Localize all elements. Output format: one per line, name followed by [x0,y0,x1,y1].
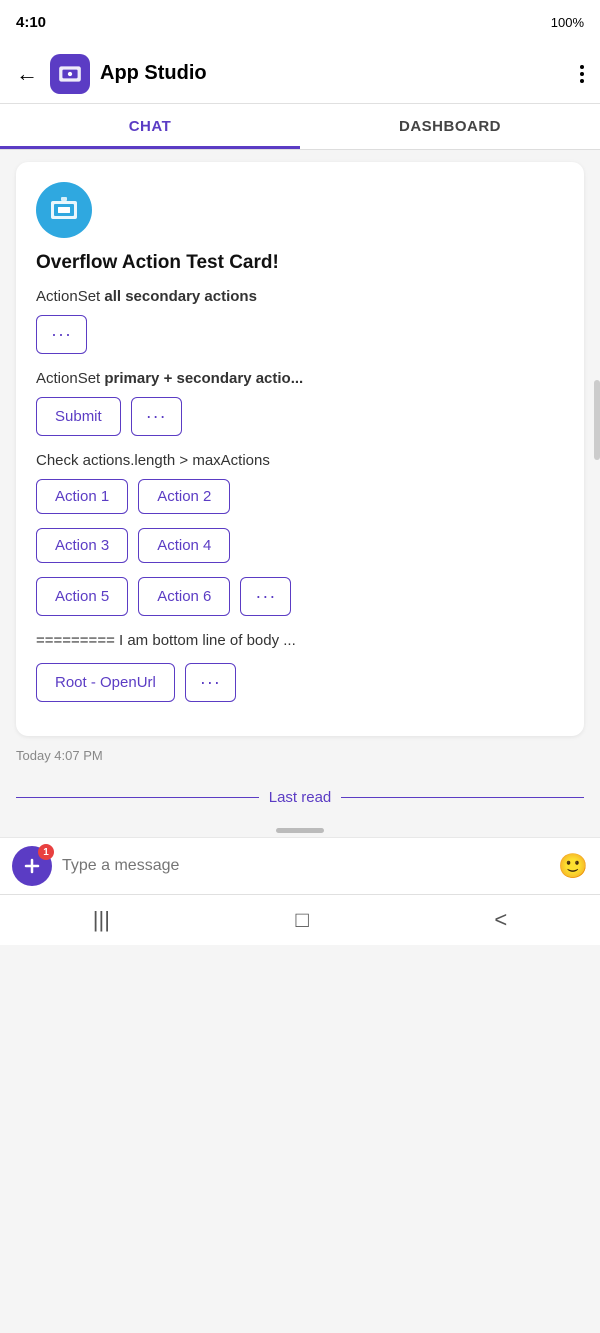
nav-recent-button[interactable]: ||| [93,907,110,933]
status-bar: 4:10 100% [0,0,600,44]
back-button[interactable]: ← [16,61,38,87]
add-attachment-button[interactable]: 1 [12,846,52,886]
card-title: Overflow Action Test Card! [36,252,564,274]
section3-row1: Action 1 Action 2 [36,479,564,514]
action1-button[interactable]: Action 1 [36,479,128,514]
footer-overflow-button[interactable]: ··· [185,663,236,702]
bottom-nav: ||| □ < [0,894,600,945]
input-bar: 1 🙂 [0,837,600,894]
nav-back-button[interactable]: < [494,907,507,933]
last-read-line-left [16,797,259,799]
last-read-container: Last read [0,775,600,820]
action3-button[interactable]: Action 3 [36,528,128,563]
section1-overflow-button[interactable]: ··· [36,315,87,354]
attachment-badge: 1 [38,844,54,860]
root-openurl-button[interactable]: Root - OpenUrl [36,663,175,702]
top-nav: ← App Studio [0,44,600,104]
footer-buttons: Root - OpenUrl ··· [36,663,564,702]
bot-avatar-icon [48,194,80,226]
section-primary-secondary: ActionSet primary + secondary actio... S… [36,370,564,436]
drag-handle[interactable] [276,828,324,833]
chat-card: Overflow Action Test Card! ActionSet all… [16,162,584,736]
status-time: 4:10 [16,14,46,31]
section3-label: Check actions.length > maxActions [36,452,564,469]
tab-chat[interactable]: CHAT [0,104,300,149]
section-all-secondary: ActionSet all secondary actions ··· [36,288,564,354]
last-read-label: Last read [269,789,332,806]
action2-button[interactable]: Action 2 [138,479,230,514]
last-read-line-right [341,797,584,799]
app-title: App Studio [100,62,580,85]
bot-avatar [36,182,92,238]
nav-home-button[interactable]: □ [296,907,309,933]
main-content: Overflow Action Test Card! ActionSet all… [0,150,600,775]
status-battery: 100% [551,15,584,30]
app-logo [50,54,90,94]
more-options-button[interactable] [580,65,584,83]
action4-button[interactable]: Action 4 [138,528,230,563]
action5-button[interactable]: Action 5 [36,577,128,616]
section3-row3: Action 5 Action 6 ··· [36,577,564,616]
tab-dashboard[interactable]: DASHBOARD [300,104,600,149]
app-logo-icon [57,61,83,87]
section3-overflow-button[interactable]: ··· [240,577,291,616]
emoji-button[interactable]: 🙂 [558,852,588,881]
section2-label: ActionSet primary + secondary actio... [36,370,564,387]
section1-buttons: ··· [36,315,564,354]
status-right: 100% [551,15,584,30]
submit-button[interactable]: Submit [36,397,121,436]
message-timestamp: Today 4:07 PM [16,748,584,763]
plus-icon [22,856,42,876]
section1-label: ActionSet all secondary actions [36,288,564,305]
action6-button[interactable]: Action 6 [138,577,230,616]
divider-text: ========= I am bottom line of body ... [36,632,564,649]
message-input[interactable] [62,857,548,875]
tab-bar: CHAT DASHBOARD [0,104,600,150]
section3-row2: Action 3 Action 4 [36,528,564,563]
section2-buttons: Submit ··· [36,397,564,436]
section-max-actions: Check actions.length > maxActions Action… [36,452,564,616]
section2-overflow-button[interactable]: ··· [131,397,182,436]
scroll-indicator[interactable] [594,380,600,460]
